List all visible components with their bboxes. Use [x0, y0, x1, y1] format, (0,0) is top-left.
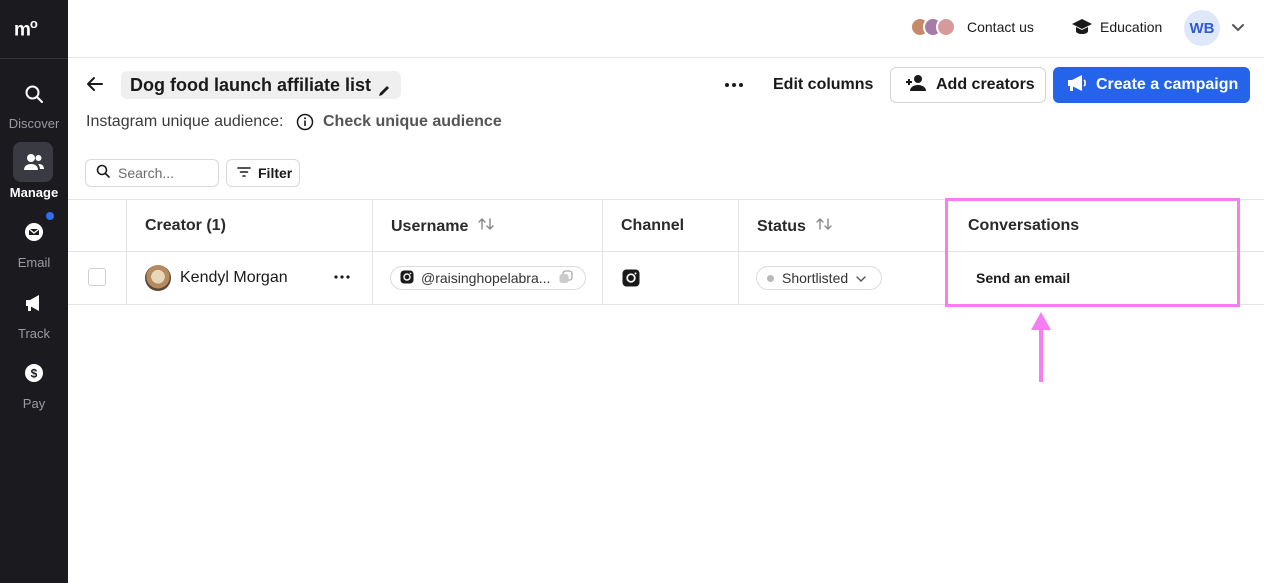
sidebar-item-discover[interactable]: Discover	[0, 82, 68, 144]
sidebar-item-manage[interactable]: Manage	[0, 142, 68, 212]
sidebar-item-label: Track	[17, 326, 51, 341]
instagram-icon	[622, 269, 640, 287]
sidebar-item-email[interactable]: Email	[0, 220, 68, 282]
edit-columns-button[interactable]: Edit columns	[773, 76, 873, 94]
status-dot	[767, 274, 774, 282]
logo[interactable]: mo	[14, 16, 38, 41]
megaphone-icon	[22, 291, 46, 315]
audience-label: Instagram unique audience:	[86, 113, 284, 130]
dollar-icon: $	[22, 361, 46, 385]
sidebar-item-label: Email	[17, 255, 51, 270]
sidebar: mo Discover Manage Email Track $ Pay	[0, 0, 68, 583]
back-arrow-icon[interactable]	[85, 74, 105, 94]
notification-badge	[46, 212, 54, 220]
add-creators-button[interactable]: Add creators	[890, 67, 1046, 103]
education-link[interactable]: Education	[1100, 19, 1162, 35]
sidebar-item-track[interactable]: Track	[0, 291, 68, 353]
chevron-down-icon	[856, 270, 866, 286]
avatar	[936, 17, 956, 37]
more-options-button[interactable]	[721, 73, 747, 97]
create-campaign-label: Create a campaign	[1096, 76, 1239, 93]
column-divider	[126, 199, 127, 305]
sidebar-item-pay[interactable]: $ Pay	[0, 361, 68, 423]
check-audience-link[interactable]: Check unique audience	[323, 113, 502, 131]
copy-icon[interactable]	[558, 269, 574, 287]
filter-icon	[237, 165, 251, 181]
create-campaign-button[interactable]: Create a campaign	[1053, 67, 1250, 103]
search-input[interactable]	[118, 165, 208, 181]
user-avatar[interactable]: WB	[1184, 10, 1220, 46]
search-icon	[22, 82, 46, 106]
sidebar-item-label: Discover	[8, 116, 60, 131]
app-root: mo Discover Manage Email Track $ Pay Con…	[0, 0, 1264, 583]
add-user-icon	[905, 74, 927, 97]
sidebar-divider	[0, 58, 68, 59]
list-title[interactable]: Dog food launch affiliate list	[121, 71, 402, 99]
search-icon	[96, 164, 110, 183]
column-header-status[interactable]: Status	[757, 217, 832, 236]
graduation-cap-icon	[1071, 17, 1093, 37]
column-divider	[738, 199, 739, 305]
creator-name[interactable]: Kendyl Morgan	[180, 269, 288, 287]
username-text: @raisinghopelabra...	[421, 270, 551, 286]
instagram-icon	[400, 270, 414, 287]
sidebar-item-label: Manage	[9, 185, 59, 200]
filter-label: Filter	[258, 165, 293, 181]
row-checkbox[interactable]	[88, 268, 106, 286]
highlight-box	[945, 198, 1240, 307]
column-header-username[interactable]: Username	[391, 217, 495, 236]
status-dropdown[interactable]: Shortlisted	[756, 266, 882, 290]
page-title: Dog food launch affiliate list	[130, 75, 372, 95]
contact-us-link[interactable]: Contact us	[967, 19, 1034, 35]
megaphone-icon	[1067, 74, 1087, 97]
add-creators-label: Add creators	[936, 76, 1035, 93]
sidebar-item-label: Pay	[22, 396, 46, 411]
mail-icon	[22, 220, 46, 244]
search-box[interactable]	[85, 159, 219, 187]
username-pill[interactable]: @raisinghopelabra...	[390, 266, 586, 290]
avatar	[145, 265, 171, 291]
column-divider	[372, 199, 373, 305]
topbar: Contact us Education WB	[68, 0, 1264, 58]
people-icon	[22, 150, 46, 174]
info-icon	[296, 113, 314, 131]
column-divider	[602, 199, 603, 305]
column-header-channel[interactable]: Channel	[621, 217, 684, 235]
annotation-arrow	[1031, 312, 1051, 382]
row-more-button[interactable]	[331, 268, 353, 286]
filter-button[interactable]: Filter	[226, 159, 300, 187]
chevron-down-icon[interactable]	[1230, 19, 1246, 35]
sort-icon[interactable]	[478, 217, 495, 236]
column-header-creator[interactable]: Creator (1)	[145, 217, 226, 235]
sort-icon[interactable]	[816, 217, 832, 236]
support-avatars	[910, 17, 958, 37]
pencil-icon[interactable]	[377, 78, 391, 96]
svg-text:$: $	[31, 367, 38, 381]
status-badge: Shortlisted	[782, 270, 849, 286]
